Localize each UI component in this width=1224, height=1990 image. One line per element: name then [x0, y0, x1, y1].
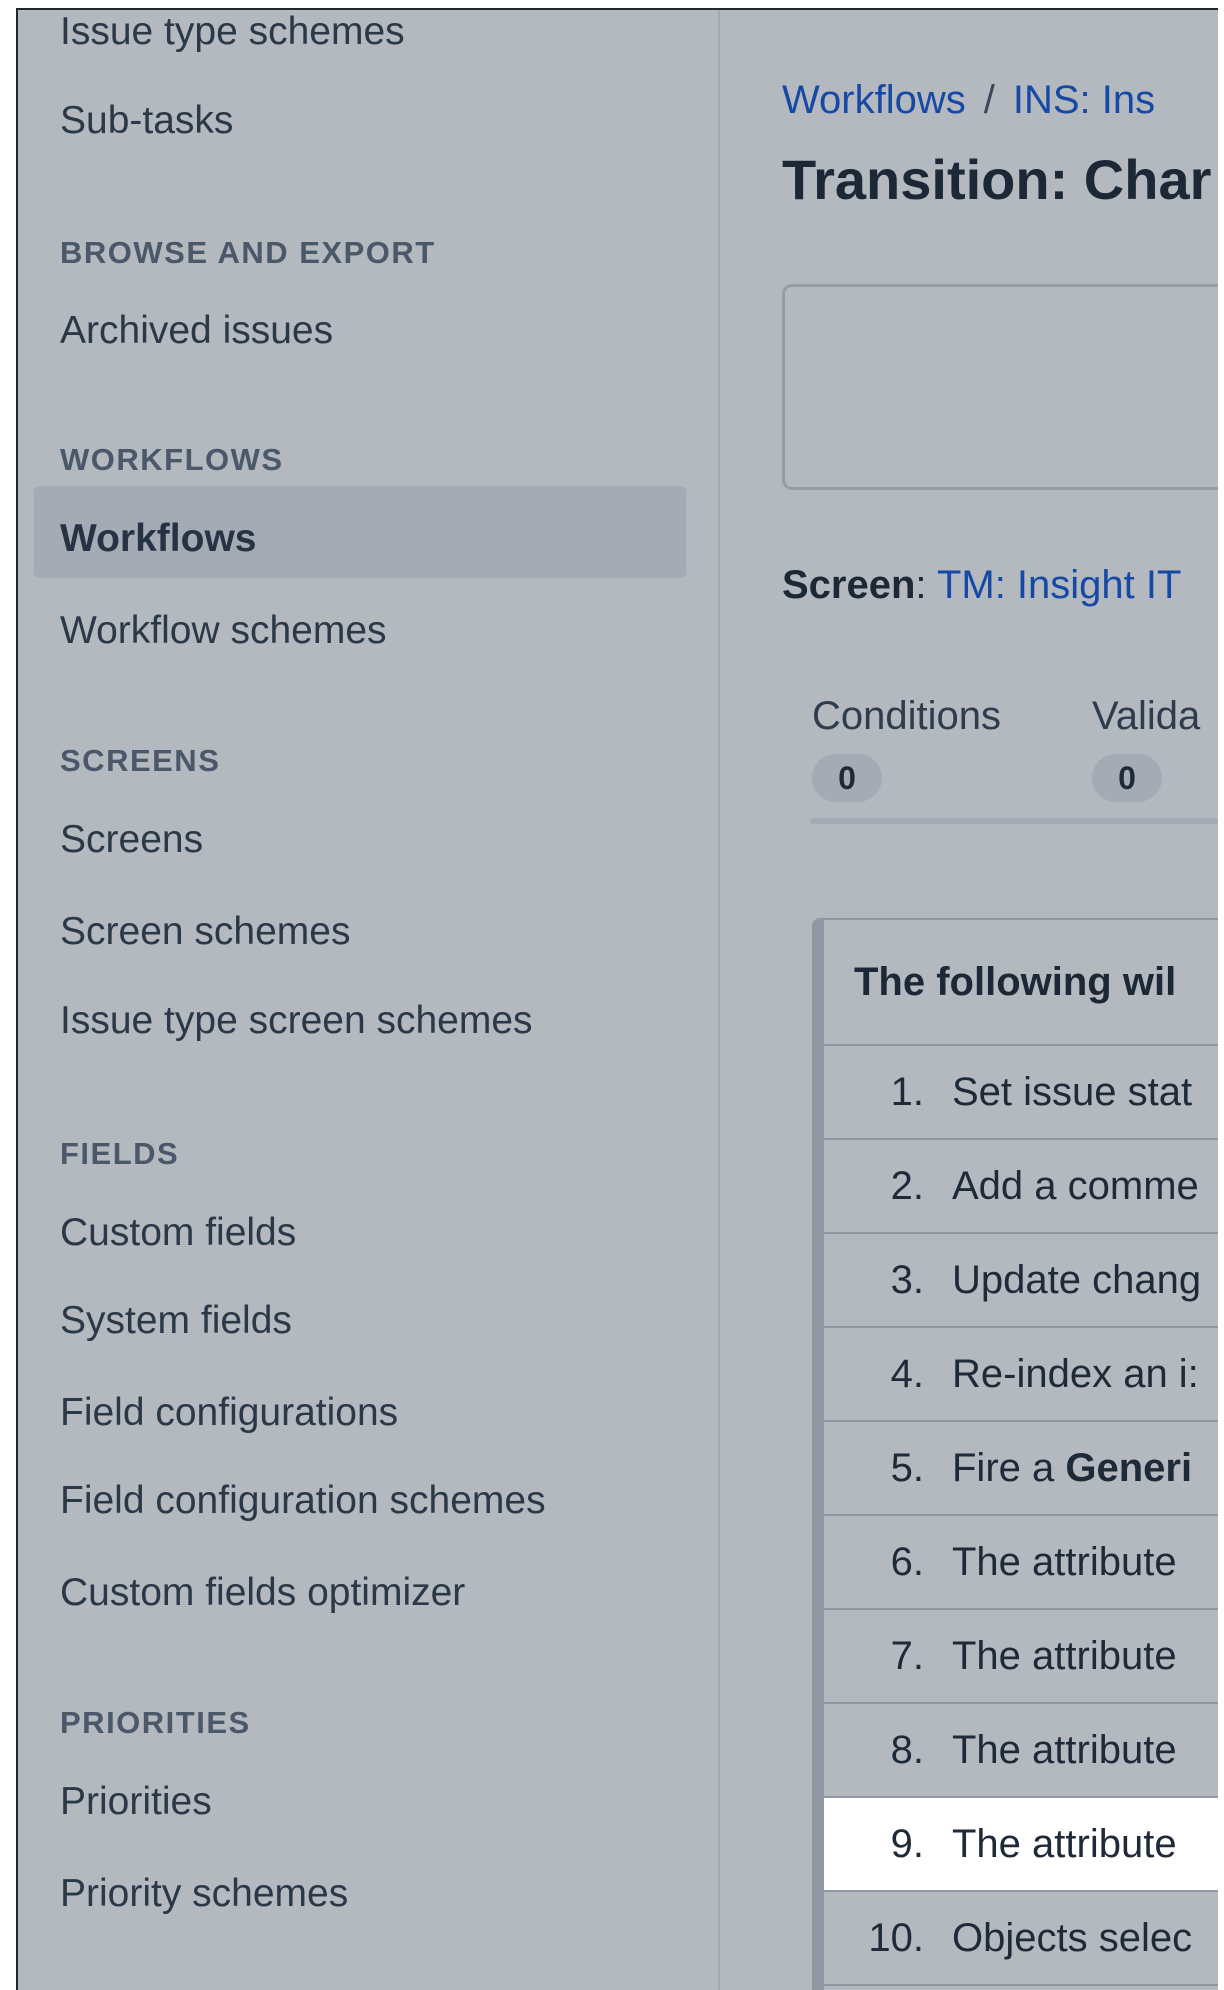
section-heading-workflows: WORKFLOWS [60, 442, 284, 477]
sidebar-item-priority-schemes[interactable]: Priority schemes [60, 1874, 348, 1913]
sidebar-item-issue-type-schemes[interactable]: Issue type schemes [60, 12, 405, 51]
sidebar-item-screens[interactable]: Screens [60, 820, 203, 859]
main-content: Workflows / INS: Ins Transition: Char Scre… [720, 10, 1218, 1990]
admin-app: Issue type schemes Sub-tasks BROWSE AND … [16, 8, 1218, 1990]
post-function-row[interactable]: 8. The attribute [824, 1704, 1218, 1798]
row-number: 6. [890, 1539, 924, 1584]
post-function-row[interactable]: 3. Update chang [824, 1234, 1218, 1328]
post-function-row[interactable]: 1. Set issue stat [824, 1046, 1218, 1140]
sidebar-item-field-configuration-schemes[interactable]: Field configuration schemes [60, 1481, 546, 1520]
screen-link[interactable]: TM: Insight IT [937, 563, 1182, 607]
tab-label: Valida [1092, 694, 1201, 738]
section-heading-fields: FIELDS [60, 1136, 180, 1171]
row-text: Set issue stat [952, 1069, 1193, 1114]
row-number: 8. [890, 1727, 924, 1772]
screen-label: Screen [782, 563, 916, 607]
row-number: 10. [868, 1915, 924, 1960]
sidebar-item-field-configurations[interactable]: Field configurations [60, 1393, 398, 1432]
row-number: 1. [890, 1069, 924, 1114]
row-text: Update chang [952, 1257, 1202, 1302]
sidebar-item-workflows[interactable]: Workflows [60, 519, 256, 558]
tab-count-badge: 0 [812, 754, 882, 802]
row-text: The attribute [952, 1821, 1177, 1866]
row-text: Add a comme [952, 1163, 1199, 1208]
section-heading-browse-and-export: BROWSE AND EXPORT [60, 235, 436, 270]
transition-screen: Screen: TM: Insight IT [782, 565, 1181, 605]
screen-colon: : [915, 563, 927, 607]
screenshot-frame: Issue type schemes Sub-tasks BROWSE AND … [0, 0, 1224, 1990]
sidebar-item-custom-fields[interactable]: Custom fields [60, 1213, 296, 1252]
transition-description-box [782, 284, 1218, 490]
tab-label: Conditions [812, 694, 1002, 738]
section-heading-priorities: PRIORITIES [60, 1705, 251, 1740]
row-number: 5. [890, 1445, 924, 1490]
post-functions-panel: The following wil 1. Set issue stat 2. A… [812, 918, 1218, 1990]
post-function-row[interactable]: 5. Fire a Generi [824, 1422, 1218, 1516]
row-text: The attribute [952, 1633, 1177, 1678]
post-function-row[interactable]: 10. Objects selec [824, 1892, 1218, 1986]
sidebar-item-sub-tasks[interactable]: Sub-tasks [60, 101, 233, 140]
row-text: Fire a Generi [940, 1446, 1192, 1491]
row-text: Objects selec [952, 1915, 1193, 1960]
sidebar-item-issue-type-screen-schemes[interactable]: Issue type screen schemes [60, 1001, 533, 1040]
post-functions-header: The following wil [824, 920, 1218, 1046]
post-function-row[interactable]: 4. Re-index an i: [824, 1328, 1218, 1422]
sidebar-item-screen-schemes[interactable]: Screen schemes [60, 912, 350, 951]
tab-validators[interactable]: Valida 0 [1092, 696, 1200, 802]
event-name: Generi [1065, 1445, 1193, 1490]
row-text-prefix: Fire a [952, 1445, 1066, 1490]
row-text: The attribute [952, 1727, 1177, 1772]
sidebar-item-archived-issues[interactable]: Archived issues [60, 311, 333, 350]
tab-conditions[interactable]: Conditions 0 [812, 696, 1001, 802]
tab-underline [810, 818, 1218, 824]
row-number: 7. [890, 1633, 924, 1678]
tab-count-badge: 0 [1092, 754, 1162, 802]
post-function-row[interactable]: 2. Add a comme [824, 1140, 1218, 1234]
breadcrumb-link-workflow[interactable]: INS: Ins [1013, 78, 1155, 122]
post-function-row-highlighted[interactable]: 9. The attribute [824, 1798, 1218, 1892]
sidebar-item-priorities[interactable]: Priorities [60, 1782, 212, 1821]
breadcrumb-link-workflows[interactable]: Workflows [782, 78, 966, 122]
row-number: 2. [890, 1163, 924, 1208]
post-function-row[interactable]: 6. The attribute [824, 1516, 1218, 1610]
section-heading-screens: SCREENS [60, 743, 221, 778]
row-number: 9. [890, 1821, 924, 1866]
breadcrumb-separator: / [983, 78, 995, 122]
sidebar-item-workflow-schemes[interactable]: Workflow schemes [60, 611, 387, 650]
row-text: The attribute [952, 1539, 1177, 1584]
sidebar-item-system-fields[interactable]: System fields [60, 1301, 292, 1340]
row-text: Re-index an i: [952, 1351, 1199, 1396]
breadcrumb: Workflows / INS: Ins [782, 80, 1155, 120]
row-number: 4. [890, 1351, 924, 1396]
sidebar-item-custom-fields-optimizer[interactable]: Custom fields optimizer [60, 1573, 465, 1612]
page-title: Transition: Char [782, 148, 1212, 211]
admin-sidebar: Issue type schemes Sub-tasks BROWSE AND … [18, 10, 720, 1990]
post-function-row[interactable]: 7. The attribute [824, 1610, 1218, 1704]
row-number: 3. [890, 1257, 924, 1302]
